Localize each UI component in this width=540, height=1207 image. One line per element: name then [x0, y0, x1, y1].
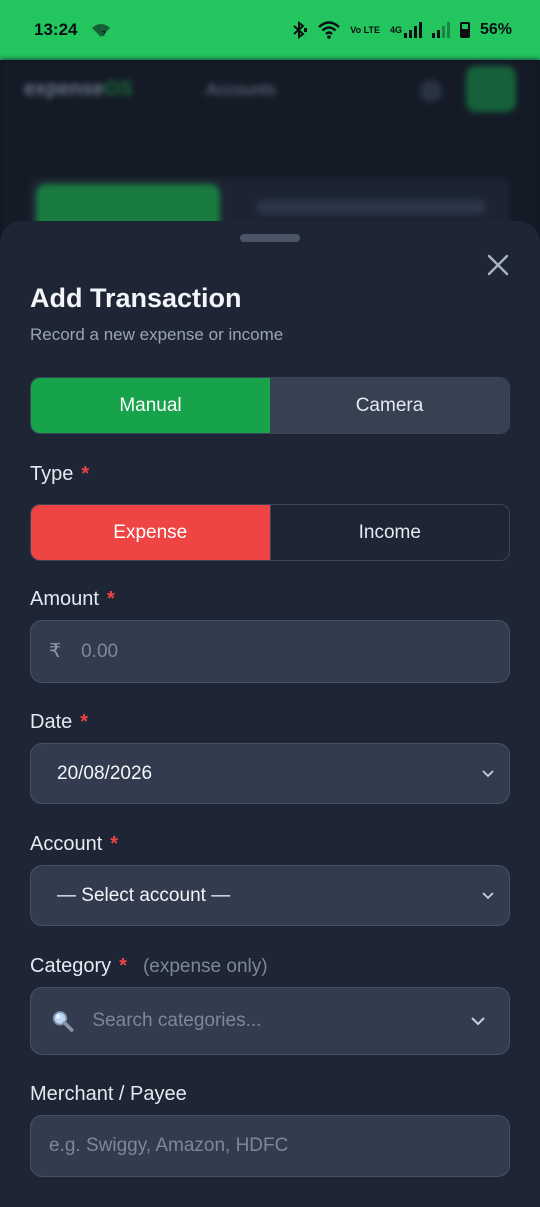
signal-icon [431, 22, 450, 38]
amount-input[interactable] [81, 640, 509, 663]
required-mark: * [81, 463, 90, 485]
amount-label-text: Amount [30, 588, 99, 610]
brand-accent: OS [104, 78, 133, 100]
type-toggle: Expense Income [30, 504, 510, 561]
account-select[interactable]: — Select account — [30, 865, 510, 926]
status-time: 13:24 [34, 20, 78, 39]
status-bar: 13:24 ? Vo LTE 4G 56% [0, 0, 540, 60]
account-label: Account * [30, 833, 118, 856]
date-label: Date * [30, 711, 88, 734]
add-transaction-sheet: Add Transaction Record a new expense or … [0, 221, 540, 1207]
close-button[interactable] [484, 251, 512, 279]
category-hint: (expense only) [142, 956, 268, 977]
profile-avatar [420, 80, 442, 102]
svg-text:?: ? [102, 30, 106, 38]
signal-4g-icon: 4G [390, 22, 422, 38]
account-label-text: Account [30, 833, 103, 855]
required-mark: * [119, 955, 127, 977]
required-mark: * [80, 711, 89, 733]
date-picker[interactable]: 20/08/2026 [30, 743, 510, 804]
merchant-input[interactable] [49, 1135, 509, 1157]
add-button-bg [466, 66, 516, 112]
entry-mode-toggle: Manual Camera [30, 377, 510, 434]
merchant-label: Merchant / Payee [30, 1083, 187, 1106]
account-selected-value: — Select account — [57, 884, 231, 906]
tab-manual[interactable]: Manual [31, 378, 270, 433]
tab-camera[interactable]: Camera [270, 378, 509, 433]
wifi-icon [318, 21, 341, 39]
category-label-text: Category [30, 955, 112, 977]
income-button[interactable]: Income [269, 505, 509, 560]
date-label-text: Date [30, 711, 73, 733]
background-app: expenseOS Accounts [0, 60, 540, 240]
date-value: 20/08/2026 [57, 762, 153, 784]
battery-percent: 56% [479, 21, 512, 38]
sheet-subtitle: Record a new expense or income [30, 325, 284, 344]
wifi-question-icon: ? [91, 22, 111, 38]
required-mark: * [106, 588, 115, 610]
drag-handle[interactable] [240, 234, 300, 242]
brand-logo: expenseOS [24, 78, 133, 101]
chevron-down-icon [482, 891, 494, 899]
amount-label: Amount * [30, 588, 115, 611]
rupee-icon: ₹ [49, 641, 62, 662]
expense-button[interactable]: Expense [31, 505, 270, 560]
net-type-label: 4G [389, 24, 402, 35]
background-card-text [256, 200, 486, 214]
type-label-text: Type [30, 463, 74, 485]
nav-accounts: Accounts [206, 80, 276, 99]
type-label: Type * [30, 463, 89, 486]
amount-field: ₹ [30, 620, 510, 683]
volte-icon: Vo LTE [350, 24, 380, 35]
merchant-label-text: Merchant / Payee [30, 1083, 187, 1105]
category-label: Category * (expense only) [30, 955, 268, 978]
category-search-input[interactable] [92, 1010, 469, 1032]
bluetooth-icon [290, 21, 308, 39]
sheet-title: Add Transaction [30, 283, 242, 313]
chevron-down-icon[interactable] [469, 1015, 487, 1027]
battery-icon [459, 22, 470, 38]
chevron-down-icon [482, 769, 494, 777]
close-icon [487, 254, 509, 276]
search-icon [52, 1011, 74, 1032]
brand-name: expense [24, 78, 105, 100]
merchant-field [30, 1115, 510, 1177]
category-combobox [30, 987, 510, 1055]
required-mark: * [110, 833, 119, 855]
